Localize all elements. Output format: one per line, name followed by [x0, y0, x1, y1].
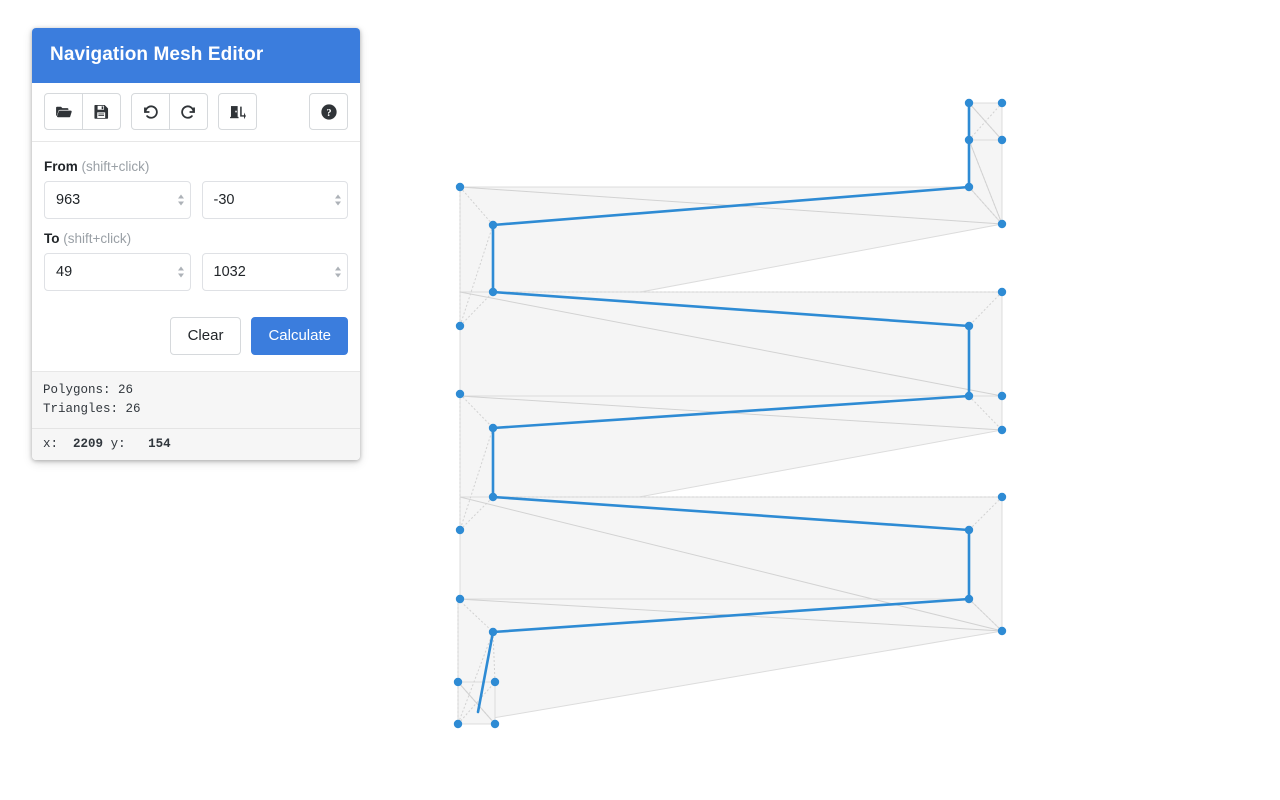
- mesh-vertex[interactable]: [964, 391, 974, 401]
- coord-x-label: x:: [43, 436, 59, 451]
- from-y-stepper[interactable]: [335, 194, 341, 206]
- mesh-vertex[interactable]: [964, 321, 974, 331]
- mesh-vertex[interactable]: [997, 391, 1007, 401]
- from-label: From (shift+click): [44, 159, 348, 174]
- clear-button[interactable]: Clear: [169, 317, 242, 355]
- mesh-vertex[interactable]: [964, 594, 974, 604]
- mesh-vertex[interactable]: [997, 219, 1007, 229]
- mesh-vertex[interactable]: [964, 525, 974, 535]
- mesh-polygon[interactable]: [457, 598, 1004, 725]
- calculate-button[interactable]: Calculate: [251, 317, 348, 355]
- file-button-group: [44, 93, 121, 130]
- mesh-vertex[interactable]: [488, 220, 498, 230]
- undo-button[interactable]: [131, 93, 170, 130]
- toolbar: ?: [32, 83, 360, 142]
- mesh-polygons: [457, 102, 1004, 725]
- app-root: Navigation Mesh Editor ? From (shift+cli…: [0, 0, 1280, 800]
- to-y-wrap: [201, 253, 348, 291]
- open-file-button[interactable]: [44, 93, 83, 130]
- door-button-group: [218, 93, 257, 130]
- mesh-vertex[interactable]: [488, 287, 498, 297]
- cursor-coordinates: x: 2209 y: 154: [32, 427, 360, 460]
- path-form: From (shift+click) To (shift+click): [32, 142, 360, 311]
- to-y-stepper[interactable]: [335, 266, 341, 278]
- undo-icon: [141, 102, 160, 121]
- history-button-group: [131, 93, 208, 130]
- from-input-row: [44, 181, 348, 219]
- mesh-vertex[interactable]: [488, 423, 498, 433]
- to-label-hint: (shift+click): [63, 231, 132, 246]
- to-x-wrap: [44, 253, 191, 291]
- mesh-vertex[interactable]: [964, 98, 974, 108]
- mesh-vertex[interactable]: [455, 389, 465, 399]
- coord-x-value: 2209: [73, 436, 104, 451]
- mesh-vertex[interactable]: [455, 321, 465, 331]
- mesh-vertex[interactable]: [997, 626, 1007, 636]
- mesh-vertex[interactable]: [455, 594, 465, 604]
- to-x-input[interactable]: [44, 253, 191, 291]
- mesh-vertex[interactable]: [964, 135, 974, 145]
- mesh-vertex[interactable]: [490, 719, 500, 729]
- coord-y-value: 154: [148, 436, 171, 451]
- from-label-hint: (shift+click): [81, 159, 150, 174]
- mesh-vertex[interactable]: [455, 525, 465, 535]
- mesh-vertex[interactable]: [997, 98, 1007, 108]
- from-x-wrap: [44, 181, 191, 219]
- door-button[interactable]: [218, 93, 257, 130]
- from-x-input[interactable]: [44, 181, 191, 219]
- to-x-stepper[interactable]: [177, 266, 184, 278]
- coord-y-label: y:: [110, 436, 126, 451]
- mesh-vertex[interactable]: [997, 135, 1007, 145]
- door-icon: [229, 103, 247, 121]
- folder-open-icon: [55, 103, 73, 121]
- mesh-vertex[interactable]: [997, 287, 1007, 297]
- mesh-vertex[interactable]: [964, 182, 974, 192]
- from-y-wrap: [201, 181, 348, 219]
- status-block: Polygons: 26 Triangles: 26 x: 2209 y: 15…: [32, 371, 360, 460]
- save-file-button[interactable]: [82, 93, 121, 130]
- triangle-count: Triangles: 26: [43, 402, 141, 417]
- from-x-stepper[interactable]: [177, 194, 184, 206]
- to-label: To (shift+click): [44, 231, 348, 246]
- to-y-input[interactable]: [201, 253, 348, 291]
- mesh-vertex[interactable]: [453, 719, 463, 729]
- save-icon: [93, 103, 110, 120]
- help-button[interactable]: ?: [309, 93, 348, 130]
- mesh-vertex[interactable]: [488, 627, 498, 637]
- redo-icon: [179, 102, 198, 121]
- mesh-vertex[interactable]: [490, 677, 500, 687]
- redo-button[interactable]: [169, 93, 208, 130]
- mesh-stats: Polygons: 26 Triangles: 26: [32, 372, 360, 428]
- mesh-vertex[interactable]: [453, 677, 463, 687]
- polygon-count: Polygons: 26: [43, 383, 134, 397]
- from-y-input[interactable]: [201, 181, 348, 219]
- help-button-group: ?: [309, 93, 348, 130]
- mesh-vertex[interactable]: [488, 492, 498, 502]
- panel-title: Navigation Mesh Editor: [32, 28, 360, 83]
- form-actions: Clear Calculate: [32, 311, 360, 371]
- navigation-mesh-editor-panel: Navigation Mesh Editor ? From (shift+cli…: [32, 28, 360, 460]
- mesh-vertex[interactable]: [997, 425, 1007, 435]
- help-circle-icon: ?: [319, 102, 339, 122]
- from-label-text: From: [44, 159, 78, 174]
- to-input-row: [44, 253, 348, 291]
- mesh-vertex[interactable]: [997, 492, 1007, 502]
- to-label-text: To: [44, 231, 60, 246]
- svg-text:?: ?: [326, 108, 331, 119]
- mesh-vertex[interactable]: [455, 182, 465, 192]
